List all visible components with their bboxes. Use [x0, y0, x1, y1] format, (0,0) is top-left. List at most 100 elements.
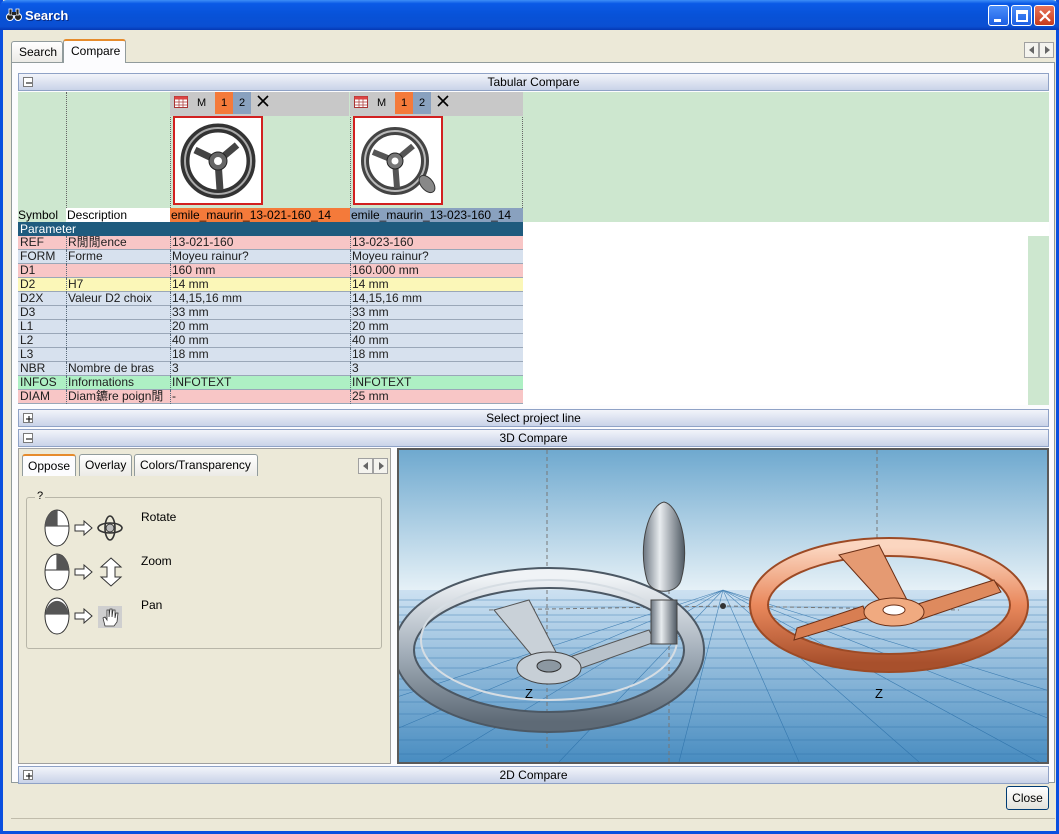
tab-overlay[interactable]: Overlay	[79, 454, 132, 476]
row-value-2: INFOTEXT	[352, 376, 412, 389]
row-value-1: 14 mm	[172, 278, 209, 291]
cell-divider	[170, 334, 171, 348]
master-label[interactable]: M	[197, 97, 206, 109]
tabs-scroll-right[interactable]	[1039, 42, 1054, 58]
row-description: Valeur D2 choix	[68, 292, 152, 305]
cell-divider	[66, 306, 67, 320]
minimize-button[interactable]	[988, 5, 1009, 26]
3d-compare-title: 3D Compare	[499, 431, 568, 445]
2d-compare-header[interactable]: 2D Compare	[18, 766, 1049, 784]
cell-divider	[170, 348, 171, 362]
close-window-button[interactable]	[1034, 5, 1055, 26]
table-row[interactable]: FORM Forme Moyeu rainur? Moyeu rainur?	[18, 250, 523, 264]
row-value-2: 3	[352, 362, 359, 375]
row-symbol: FORM	[20, 250, 56, 263]
cell-divider	[350, 264, 351, 278]
tabular-compare-header[interactable]: Tabular Compare	[18, 73, 1049, 91]
row-value-1: 33 mm	[172, 306, 209, 319]
expand-icon[interactable]	[23, 770, 33, 780]
row-value-1: 160 mm	[172, 264, 216, 277]
table-row[interactable]: L1 20 mm 20 mm	[18, 320, 523, 334]
table-icon[interactable]	[354, 96, 368, 108]
axis-label-z-left: Z	[525, 686, 533, 701]
expand-icon[interactable]	[23, 413, 33, 423]
slot-1-button[interactable]: 1	[395, 92, 413, 114]
axis-label-z-right: Z	[875, 686, 883, 701]
arrow-right-icon	[379, 462, 384, 470]
table-row[interactable]: D3 33 mm 33 mm	[18, 306, 523, 320]
part-thumbnail-2[interactable]	[353, 116, 443, 205]
row-value-2: 20 mm	[352, 320, 389, 333]
part-name-2[interactable]: emile_maurin_13-023-160_14	[350, 208, 523, 222]
part-thumbnail-1[interactable]	[173, 116, 263, 205]
table-icon[interactable]	[174, 96, 188, 108]
zoom-label: Zoom	[141, 554, 172, 568]
column-headers-row: Symbol Description emile_maurin_13-021-1…	[18, 208, 523, 222]
row-symbol: D3	[20, 306, 36, 319]
pan-hand-icon	[98, 606, 122, 628]
arrow-right-icon	[1045, 46, 1050, 54]
tab-oppose[interactable]: Oppose	[22, 454, 76, 476]
row-symbol: D2	[20, 278, 36, 291]
row-description: Informations	[68, 376, 135, 389]
window-title: Search	[25, 8, 69, 23]
table-row[interactable]: L2 40 mm 40 mm	[18, 334, 523, 348]
row-description: H7	[68, 278, 84, 291]
cell-divider	[170, 292, 171, 306]
mouse-right-button-icon	[44, 553, 70, 591]
tabs-scroll-left[interactable]	[1024, 42, 1039, 58]
cell-divider	[66, 376, 67, 390]
mouse-help-group: ? Rotate Zoom Pan	[26, 490, 382, 649]
table-row[interactable]: REF R閒閒ence 13-021-160 13-023-160	[18, 236, 523, 250]
cell-divider	[66, 362, 67, 376]
column-divider	[66, 92, 67, 222]
part-column-header-2: M 1 2	[350, 92, 523, 116]
tabular-compare-title: Tabular Compare	[487, 75, 580, 89]
3d-viewport[interactable]: Z Z	[397, 448, 1049, 764]
3d-compare-header[interactable]: 3D Compare	[18, 429, 1049, 447]
subtabs-scroll-right[interactable]	[373, 458, 388, 474]
cell-divider	[350, 376, 351, 390]
maximize-button[interactable]	[1011, 5, 1032, 26]
tab-colors-transparency[interactable]: Colors/Transparency	[134, 454, 258, 476]
table-row[interactable]: DIAM Diam鑣re poign閒 - 25 mm	[18, 390, 523, 404]
remove-icon[interactable]	[256, 94, 270, 108]
table-row[interactable]: INFOS Informations INFOTEXT INFOTEXT	[18, 376, 523, 390]
cell-divider	[66, 236, 67, 250]
slot-2-button[interactable]: 2	[233, 92, 251, 114]
table-row[interactable]: D2X Valeur D2 choix 14,15,16 mm 14,15,16 mm	[18, 292, 523, 306]
row-value-2: 33 mm	[352, 306, 389, 319]
master-label[interactable]: M	[377, 97, 386, 109]
table-row[interactable]: NBR Nombre de bras 3 3	[18, 362, 523, 376]
slot-2-button[interactable]: 2	[413, 92, 431, 114]
part-column-header-1: M 1 2	[170, 92, 349, 116]
row-symbol: D2X	[20, 292, 44, 305]
remove-icon[interactable]	[436, 94, 450, 108]
row-value-1: 18 mm	[172, 348, 209, 361]
cell-divider	[170, 390, 171, 404]
select-project-line-header[interactable]: Select project line	[18, 409, 1049, 427]
tab-search[interactable]: Search	[11, 41, 63, 62]
pan-label: Pan	[141, 598, 163, 612]
cell-divider	[170, 264, 171, 278]
cell-divider	[170, 320, 171, 334]
binoculars-icon	[6, 8, 22, 21]
table-row[interactable]: L3 18 mm 18 mm	[18, 348, 523, 362]
table-row[interactable]: D1 160 mm 160.000 mm	[18, 264, 523, 278]
row-value-2: 18 mm	[352, 348, 389, 361]
table-row[interactable]: D2 H7 14 mm 14 mm	[18, 278, 523, 292]
arrow-right-icon	[74, 608, 93, 624]
collapse-icon[interactable]	[23, 77, 33, 87]
arrow-right-icon	[74, 564, 93, 580]
part-name-1[interactable]: emile_maurin_13-021-160_14	[170, 208, 350, 222]
close-button[interactable]: Close	[1006, 786, 1049, 810]
row-symbol: NBR	[20, 362, 46, 375]
row-value-1: 13-021-160	[172, 236, 234, 249]
collapse-icon[interactable]	[23, 433, 33, 443]
tab-compare[interactable]: Compare	[63, 39, 126, 63]
close-icon	[1039, 10, 1051, 22]
subtabs-scroll-left[interactable]	[358, 458, 373, 474]
slot-1-button[interactable]: 1	[215, 92, 233, 114]
row-value-1: Moyeu rainur?	[172, 250, 249, 263]
table-empty-area	[523, 222, 1049, 405]
